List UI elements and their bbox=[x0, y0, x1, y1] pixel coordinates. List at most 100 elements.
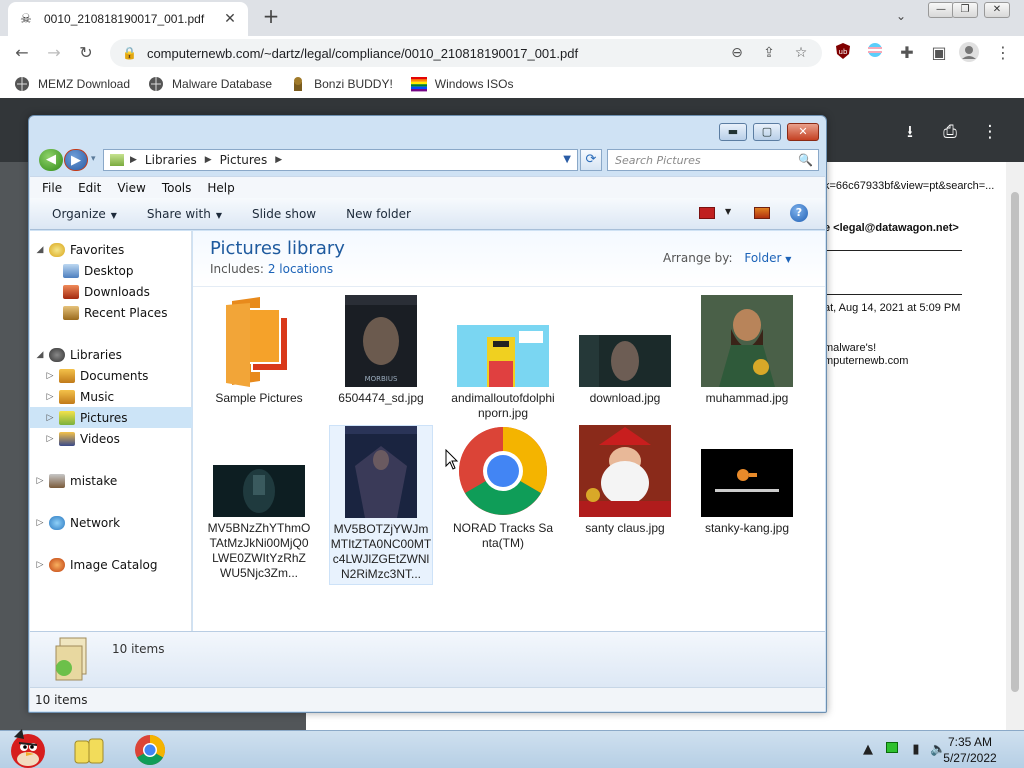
bookmark-star-icon[interactable]: ☆ bbox=[791, 43, 811, 63]
download-icon[interactable]: ⭳ bbox=[898, 120, 922, 144]
search-icon[interactable]: 🔍 bbox=[798, 150, 813, 170]
breadcrumb-separator-icon[interactable]: ▶ bbox=[275, 155, 282, 165]
collapse-icon[interactable]: ◢ bbox=[34, 245, 46, 255]
scrollbar-thumb[interactable] bbox=[1011, 192, 1019, 692]
new-tab-button[interactable]: + bbox=[260, 6, 282, 28]
bookmark-memz[interactable]: MEMZ Download bbox=[14, 76, 130, 92]
expand-icon[interactable]: ▷ bbox=[44, 371, 56, 381]
nav-desktop[interactable]: Desktop bbox=[30, 260, 192, 281]
taskbar-chrome-icon[interactable] bbox=[134, 734, 166, 766]
extensions-puzzle-icon[interactable]: ✚ bbox=[896, 42, 918, 64]
preview-pane-icon[interactable] bbox=[754, 207, 770, 219]
nav-recent-places[interactable]: Recent Places bbox=[30, 302, 192, 323]
address-dropdown-icon[interactable]: ▼ bbox=[563, 154, 571, 165]
file-item[interactable]: MORBIUS 6504474_sd.jpg bbox=[329, 295, 433, 406]
tab-close-icon[interactable]: ✕ bbox=[222, 11, 238, 27]
taskbar-explorer-libraries-icon[interactable] bbox=[72, 735, 106, 765]
trans-flag-extension-icon[interactable] bbox=[864, 42, 886, 64]
menu-edit[interactable]: Edit bbox=[78, 181, 101, 195]
nav-pictures[interactable]: ▷ Pictures bbox=[30, 407, 192, 428]
breadcrumb-separator-icon[interactable]: ▶ bbox=[130, 155, 137, 165]
close-window-button[interactable]: ✕ bbox=[984, 2, 1010, 18]
locations-link[interactable]: 2 locations bbox=[268, 262, 333, 276]
file-item[interactable]: stanky-kang.jpg bbox=[695, 425, 799, 536]
nav-image-catalog[interactable]: ▷ Image Catalog bbox=[30, 554, 192, 575]
print-icon[interactable]: ⎙ bbox=[938, 120, 962, 144]
nav-favorites[interactable]: ◢ Favorites bbox=[30, 239, 192, 260]
change-view-icon[interactable] bbox=[699, 207, 715, 219]
forward-button[interactable]: ▶ bbox=[64, 149, 88, 171]
slide-show-button[interactable]: Slide show bbox=[252, 207, 316, 221]
collapse-icon[interactable]: ◢ bbox=[34, 350, 46, 360]
file-item[interactable]: download.jpg bbox=[573, 295, 677, 406]
breadcrumb-separator-icon[interactable]: ▶ bbox=[205, 155, 212, 165]
expand-icon[interactable]: ▷ bbox=[44, 413, 56, 423]
organize-button[interactable]: Organize ▼ bbox=[52, 207, 117, 221]
explorer-close-button[interactable]: ✕ bbox=[787, 123, 819, 141]
refresh-button[interactable]: ⟳ bbox=[580, 149, 602, 171]
explorer-maximize-button[interactable]: ▢ bbox=[753, 123, 781, 141]
expand-icon[interactable]: ▷ bbox=[44, 434, 56, 444]
browser-tab[interactable]: ☠ 0010_210818190017_001.pdf ✕ bbox=[8, 2, 248, 36]
nav-music[interactable]: ▷ Music bbox=[30, 386, 192, 407]
help-icon[interactable]: ? bbox=[790, 204, 808, 222]
menu-view[interactable]: View bbox=[117, 181, 145, 195]
nav-videos[interactable]: ▷ Videos bbox=[30, 428, 192, 449]
ublock-extension-icon[interactable]: ub bbox=[832, 42, 854, 64]
expand-icon[interactable]: ▷ bbox=[34, 476, 46, 486]
nav-downloads[interactable]: Downloads bbox=[30, 281, 192, 302]
menu-tools[interactable]: Tools bbox=[162, 181, 192, 195]
reload-icon[interactable]: ↻ bbox=[75, 42, 97, 64]
menu-file[interactable]: File bbox=[42, 181, 62, 195]
nav-label: Documents bbox=[80, 368, 149, 383]
share-icon[interactable]: ⇪ bbox=[759, 43, 779, 63]
new-folder-button[interactable]: New folder bbox=[346, 207, 411, 221]
explorer-address-bar[interactable]: ▶ Libraries ▶ Pictures ▶ ▼ bbox=[103, 149, 578, 171]
nav-libraries[interactable]: ◢ Libraries bbox=[30, 344, 192, 365]
more-options-icon[interactable]: ⋮ bbox=[978, 120, 1002, 144]
tab-search-chevron-icon[interactable]: ⌄ bbox=[896, 9, 906, 23]
file-item[interactable]: andimalloutofdolphinporn.jpg bbox=[451, 295, 555, 421]
profile-avatar-icon[interactable] bbox=[958, 42, 980, 64]
tray-green-status-icon[interactable] bbox=[884, 742, 900, 758]
address-bar[interactable]: 🔒 computernewb.com/~dartz/legal/complian… bbox=[110, 39, 822, 67]
browser-menu-icon[interactable]: ⋮ bbox=[992, 42, 1014, 64]
back-arrow-icon[interactable]: ← bbox=[11, 42, 33, 64]
explorer-titlebar[interactable]: ▬ ▢ ✕ bbox=[29, 116, 826, 148]
file-item[interactable]: MV5BNzZhYThmOTAtMzJkNi00MjQ0LWE0ZWItYzRh… bbox=[207, 425, 311, 581]
network-tray-icon[interactable]: ▮ bbox=[908, 742, 924, 758]
expand-icon[interactable]: ▷ bbox=[34, 518, 46, 528]
menu-help[interactable]: Help bbox=[207, 181, 234, 195]
nav-network[interactable]: ▷ Network bbox=[30, 512, 192, 533]
expand-icon[interactable]: ▷ bbox=[44, 392, 56, 402]
file-item[interactable]: NORAD Tracks Santa(TM) bbox=[451, 425, 555, 551]
view-options-dropdown-icon[interactable]: ▼ bbox=[725, 207, 731, 216]
minimize-window-button[interactable]: — bbox=[928, 2, 954, 18]
recent-pages-dropdown-icon[interactable]: ▾ bbox=[91, 154, 96, 164]
expand-icon[interactable]: ▷ bbox=[34, 560, 46, 570]
zoom-icon[interactable]: ⊖ bbox=[727, 43, 747, 63]
file-item[interactable]: santy claus.jpg bbox=[573, 425, 677, 536]
breadcrumb-pictures[interactable]: Pictures bbox=[220, 153, 268, 167]
start-button-angry-bird-icon[interactable] bbox=[4, 727, 50, 768]
bookmark-malware-database[interactable]: Malware Database bbox=[148, 76, 272, 92]
file-item[interactable]: MV5BOTZjYWJmMTItZTA0NC00MTc4LWJlZGEtZWNl… bbox=[329, 425, 433, 585]
file-item[interactable]: Sample Pictures bbox=[207, 295, 311, 406]
side-panel-icon[interactable]: ▣ bbox=[928, 42, 950, 64]
bookmark-bonzi-buddy[interactable]: Bonzi BUDDY! bbox=[290, 76, 393, 92]
explorer-minimize-button[interactable]: ▬ bbox=[719, 123, 747, 141]
arrange-by-dropdown[interactable]: Folder ▼ bbox=[744, 251, 791, 265]
search-input[interactable]: Search Pictures 🔍 bbox=[607, 149, 819, 171]
restore-window-button[interactable]: ❐ bbox=[952, 2, 978, 18]
bookmark-windows-isos[interactable]: Windows ISOs bbox=[410, 76, 513, 92]
share-with-button[interactable]: Share with ▼ bbox=[147, 207, 222, 221]
taskbar-clock[interactable]: 7:35 AM 5/27/2022 bbox=[938, 734, 1002, 766]
back-button[interactable]: ◀ bbox=[39, 149, 63, 171]
breadcrumb-libraries[interactable]: Libraries bbox=[145, 153, 197, 167]
file-item[interactable]: muhammad.jpg bbox=[695, 295, 799, 406]
nav-documents[interactable]: ▷ Documents bbox=[30, 365, 192, 386]
forward-arrow-icon[interactable]: → bbox=[43, 42, 65, 64]
pdf-scrollbar[interactable] bbox=[1006, 162, 1024, 730]
nav-mistake[interactable]: ▷ mistake bbox=[30, 470, 192, 491]
show-hidden-icons-chevron-icon[interactable]: ▲ bbox=[860, 742, 876, 758]
